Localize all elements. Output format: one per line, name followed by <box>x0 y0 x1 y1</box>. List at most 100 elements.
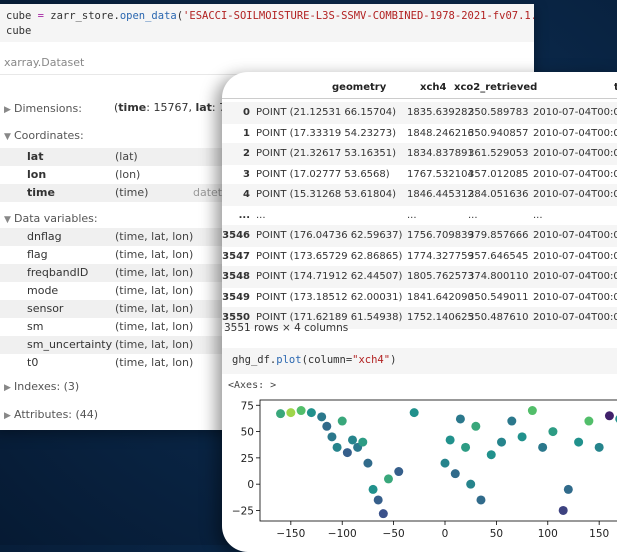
table-row: 3548 POINT (174.71912 62.44507) 1805.76257… <box>222 266 617 288</box>
cell-geometry: POINT (174.71912 62.44507) <box>256 271 403 282</box>
dim-time-size: : 15767, <box>146 101 196 114</box>
caret-right-icon: ▶ <box>4 411 11 421</box>
x-tick-label: 150 <box>589 528 609 540</box>
code-operator: = <box>31 10 51 22</box>
cell-xco2: 361.529053 <box>468 148 529 159</box>
row-index: 3546 <box>222 230 250 241</box>
scatter-point <box>574 437 584 447</box>
cell-geometry: POINT (21.12531 66.15704) <box>256 107 397 118</box>
cell-geometry: POINT (21.32617 53.16351) <box>256 148 397 159</box>
code-var: cube <box>6 10 32 22</box>
cell-xco2: 357.646545 <box>468 250 529 262</box>
cell-xch4: 1835.639282 <box>407 107 474 118</box>
dataframe-shape: 3551 rows × 4 columns <box>224 322 349 334</box>
cell-time: ... <box>533 209 543 221</box>
cell-geometry: POINT (176.04736 62.59637) <box>256 230 403 241</box>
scatter-point <box>461 442 471 452</box>
coordinate-name: lat <box>27 150 44 163</box>
plot-object: ghg_df. <box>232 354 277 366</box>
plot-frame <box>259 399 617 522</box>
scatter-point <box>476 495 486 505</box>
row-index: 2 <box>243 148 250 159</box>
table-row: 1 POINT (17.33319 54.23273) 1848.246216 350… <box>222 123 617 145</box>
attributes-section[interactable]: ▶ Attributes: (44) <box>4 408 98 421</box>
table-row: 3546 POINT (176.04736 62.59637) 1756.70983… <box>222 225 617 247</box>
cell-geometry: POINT (173.65729 62.86865) <box>256 250 403 262</box>
variable-dims: (time, lat, lon) <box>115 248 194 261</box>
scatter-point <box>486 450 496 460</box>
code-line-2: cube <box>6 25 32 37</box>
coordinate-dims: (time) <box>115 186 149 199</box>
scatter-point <box>563 484 573 494</box>
cell-xch4: 1805.762573 <box>407 271 474 282</box>
variable-dims: (time, lat, lon) <box>115 356 194 369</box>
y-tick-label: 0 <box>247 479 254 491</box>
cell-xch4: 1774.327759 <box>407 250 474 262</box>
scatter-point <box>455 414 465 424</box>
variable-name: sensor <box>27 302 64 315</box>
plot-column-arg: "xch4" <box>352 354 391 366</box>
coordinate-name: time <box>27 186 55 199</box>
scatter-point <box>445 435 455 445</box>
cell-time: 2010-07-04T00:00:00 <box>533 189 617 200</box>
code-cell-open-data[interactable]: cube = zarr_store.open_data('ESACCI-SOIL… <box>0 4 534 42</box>
cell-time: 2010-07-04T00:00:00 <box>533 250 617 262</box>
scatter-point <box>409 408 419 418</box>
column-header-xco2: xco2_retrieved <box>454 82 538 93</box>
scatter-point <box>440 458 450 468</box>
scatter-point <box>527 406 537 416</box>
cell-xch4: 1767.532104 <box>407 168 474 180</box>
cell-geometry: POINT (173.18512 62.00031) <box>256 291 403 303</box>
scatter-point <box>342 448 352 458</box>
scatter-point <box>497 437 507 447</box>
caret-down-icon: ▼ <box>4 215 11 225</box>
cell-xch4: ... <box>407 209 417 221</box>
scatter-point <box>517 432 527 442</box>
dimensions-section[interactable]: ▶ Dimensions: <box>4 102 82 115</box>
cell-time: 2010-07-04T00:00:00 <box>533 127 617 139</box>
variable-name: mode <box>27 284 59 297</box>
scatter-point <box>306 408 316 418</box>
indexes-label: Indexes: (3) <box>14 380 80 393</box>
cell-xco2: 379.857666 <box>468 230 529 241</box>
cell-xco2: 350.487610 <box>468 312 529 323</box>
table-row: 3547 POINT (173.65729 62.86865) 1774.32775… <box>222 246 617 268</box>
cell-xco2: 374.800110 <box>468 271 529 282</box>
x-tick-label: 0 <box>442 528 449 540</box>
cell-xco2: ... <box>468 209 478 221</box>
cell-geometry: POINT (17.02777 53.6568) <box>256 168 390 180</box>
variable-name: sm <box>27 320 44 333</box>
coordinates-section[interactable]: ▼ Coordinates: <box>4 129 84 142</box>
scatter-point <box>394 467 404 477</box>
y-tick-label: 50 <box>241 427 254 439</box>
data-variables-section[interactable]: ▼ Data variables: <box>4 212 98 225</box>
indexes-section[interactable]: ▶ Indexes: (3) <box>4 380 79 393</box>
coordinate-dtype: dateti <box>193 186 226 199</box>
cell-xch4: 1846.445312 <box>407 189 474 200</box>
scatter-point <box>594 442 604 452</box>
scatter-point <box>348 435 357 445</box>
plot-close: ) <box>390 354 397 366</box>
scatter-point <box>558 505 568 515</box>
variable-name: freqbandID <box>27 266 89 279</box>
cell-time: 2010-07-04T00:00:00 <box>533 271 617 282</box>
cell-xco2: 384.051636 <box>468 189 529 200</box>
cell-time: 2010-07-04T00:00:00 <box>533 168 617 180</box>
variable-dims: (time, lat, lon) <box>115 230 194 243</box>
scatter-plot: −150 −100 −50 0 50 100 150 75 50 25 0 −25 <box>232 399 617 540</box>
table-row: 4 POINT (15.31268 53.61804) 1846.445312 384… <box>222 184 617 206</box>
cell-xco2: 350.940857 <box>468 127 529 139</box>
plot-code-line: ghg_df.plot(column="xch4") <box>232 354 396 366</box>
scatter-point <box>358 437 368 447</box>
caret-right-icon: ▶ <box>4 383 11 393</box>
row-index: 3 <box>243 168 250 180</box>
column-header-xch4: xch4 <box>420 82 447 93</box>
scatter-point <box>322 421 332 431</box>
scatter-point <box>378 509 388 519</box>
table-header-divider <box>222 98 617 99</box>
y-tick-label: 75 <box>241 400 254 412</box>
axes-output: <Axes: > <box>228 380 277 391</box>
scatter-point <box>337 416 347 426</box>
code-string-arg: 'ESACCI-SOILMOISTURE-L3S-SSMV-COMBINED-1… <box>183 10 534 22</box>
variable-dims: (time, lat, lon) <box>115 284 194 297</box>
